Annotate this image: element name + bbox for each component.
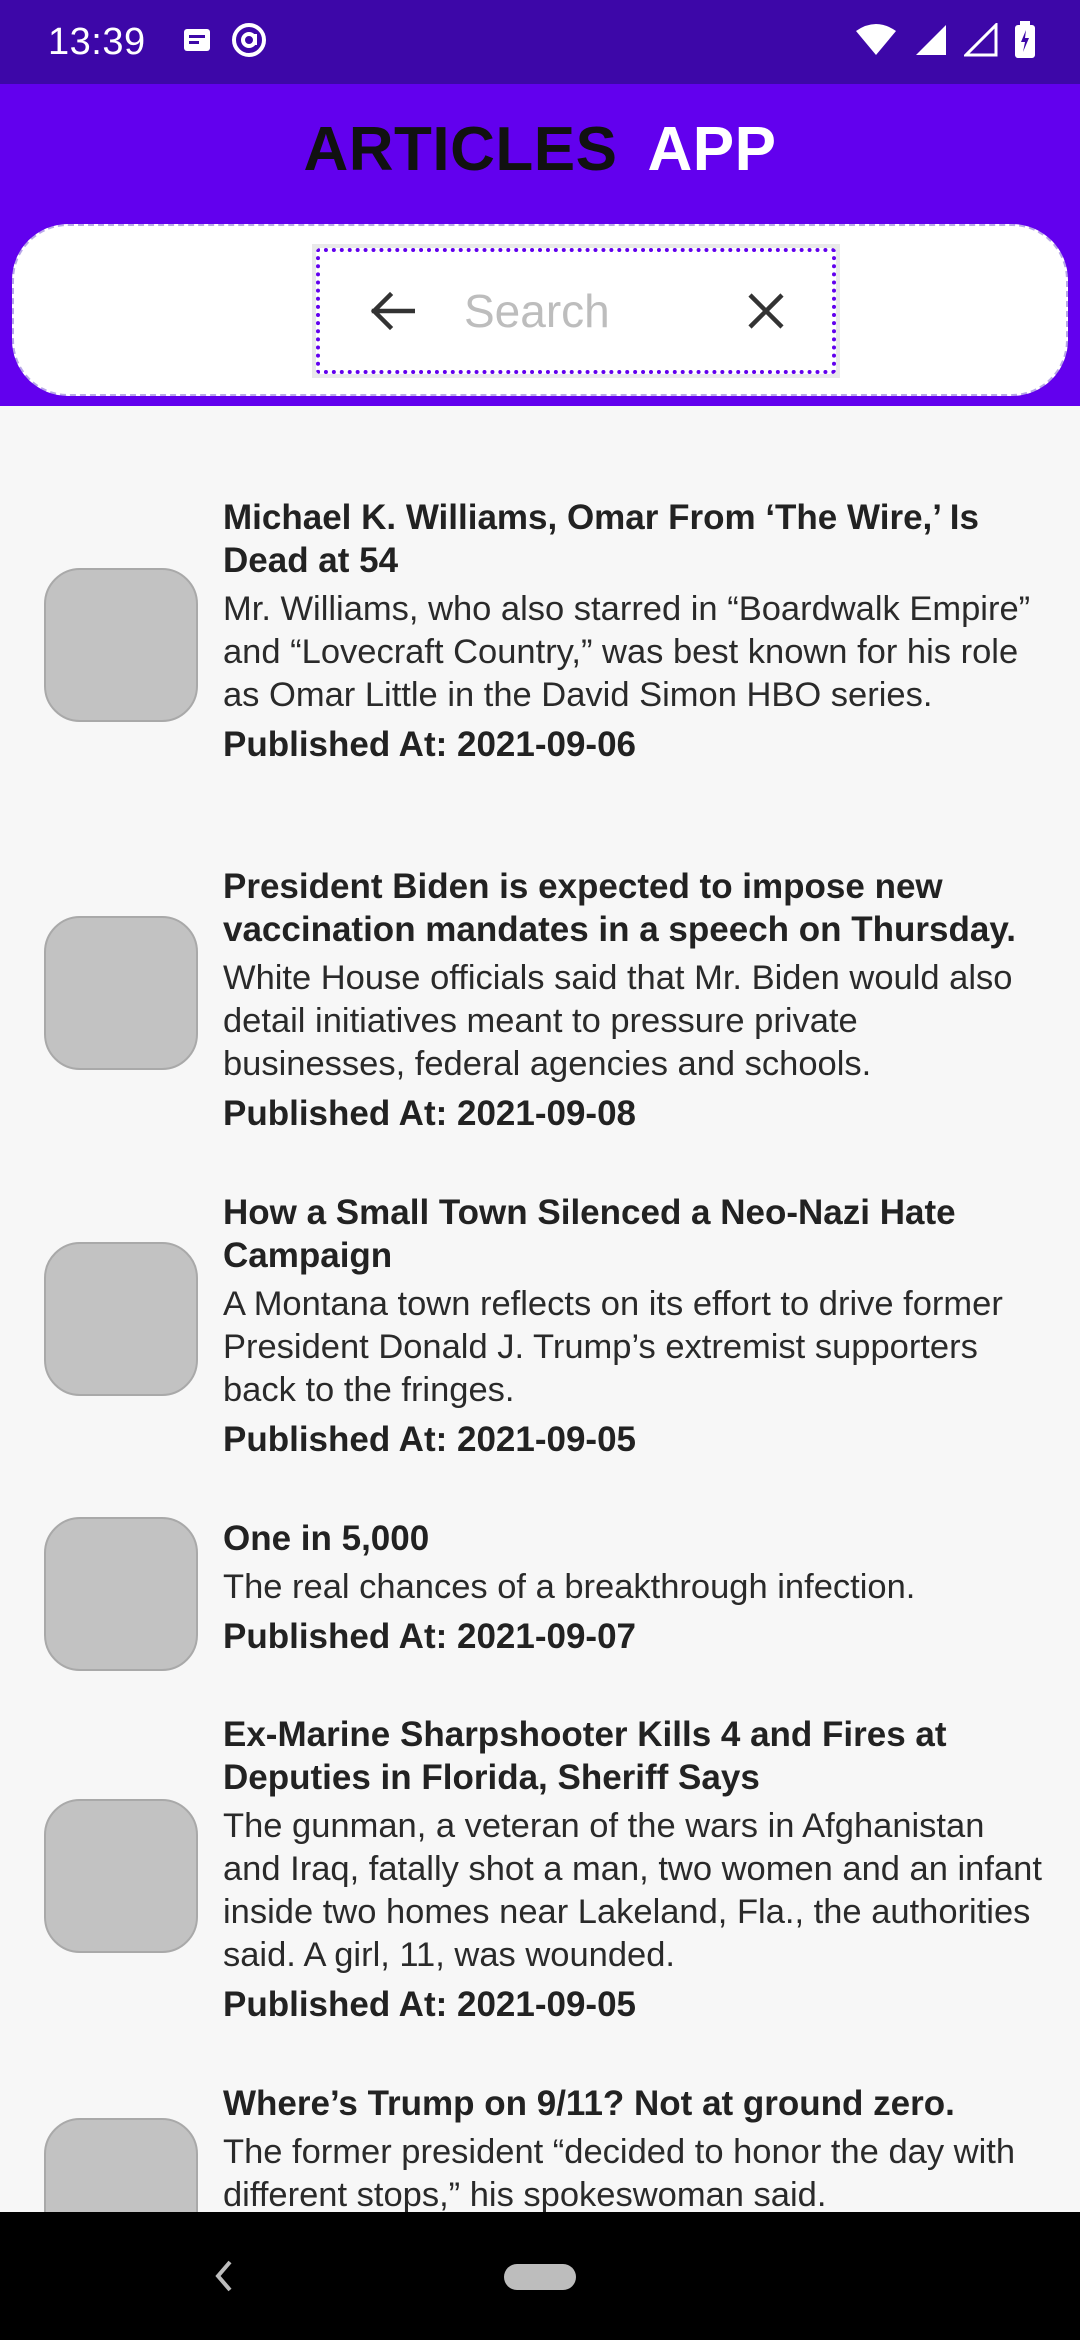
article-thumbnail — [44, 1242, 198, 1396]
app-title: ARTICLES APP — [0, 114, 1080, 185]
article-published-date: Published At: 2021-09-06 — [223, 725, 637, 764]
article-description: The real chances of a breakthrough infec… — [223, 1568, 916, 1606]
article-text: President Biden is expected to impose ne… — [223, 865, 1043, 1135]
article-published-date: Published At: 2021-09-07 — [223, 1617, 637, 1656]
article-title: President Biden is expected to impose ne… — [223, 867, 1016, 949]
article-text: How a Small Town Silenced a Neo-Nazi Hat… — [223, 1191, 1043, 1461]
sim-card-icon — [182, 27, 212, 58]
article-published-date: Published At: 2021-09-05 — [223, 1985, 637, 2024]
article-title: Where’s Trump on 9/11? Not at ground zer… — [223, 2084, 955, 2123]
article-title: Michael K. Williams, Omar From ‘The Wire… — [223, 498, 979, 580]
article-title: How a Small Town Silenced a Neo-Nazi Hat… — [223, 1193, 956, 1275]
article-thumbnail — [44, 1517, 198, 1671]
article-text: One in 5,000 The real chances of a break… — [223, 1517, 1043, 1658]
app-title-part-2: APP — [647, 115, 777, 184]
search-container — [312, 244, 840, 378]
signal-icon — [962, 20, 998, 62]
article-description: The gunman, a veteran of the wars in Afg… — [223, 1807, 1042, 1974]
at-sign-icon — [230, 21, 268, 64]
search-card — [12, 224, 1068, 396]
arrow-left-icon[interactable] — [356, 275, 428, 347]
article-thumbnail — [44, 568, 198, 722]
battery-icon — [1014, 20, 1036, 64]
app-title-part-1: ARTICLES — [303, 115, 618, 184]
article-list[interactable]: Michael K. Williams, Omar From ‘The Wire… — [0, 406, 1080, 2212]
article-description: Mr. Williams, who also starred in “Board… — [223, 590, 1031, 714]
article-text: Ex-Marine Sharpshooter Kills 4 and Fires… — [223, 1713, 1043, 2026]
article-thumbnail — [44, 2118, 198, 2212]
status-time: 13:39 — [48, 20, 146, 63]
article-published-date: Published At: 2021-09-08 — [223, 1094, 637, 1133]
article-text: Michael K. Williams, Omar From ‘The Wire… — [223, 496, 1043, 766]
article-description: The former president “decided to honor t… — [223, 2133, 1016, 2212]
nav-back-icon[interactable] — [202, 2250, 242, 2302]
status-bar: 13:39 — [0, 0, 1080, 84]
article-description: A Montana town reflects on its effort to… — [223, 1285, 1003, 1409]
article-description: White House officials said that Mr. Bide… — [223, 959, 1013, 1083]
article-title: One in 5,000 — [223, 1519, 430, 1558]
search-bar[interactable] — [316, 248, 836, 374]
status-icons-left — [182, 21, 268, 64]
close-icon[interactable] — [730, 275, 802, 347]
article-title: Ex-Marine Sharpshooter Kills 4 and Fires… — [223, 1715, 947, 1797]
signal-icon — [914, 23, 948, 62]
navigation-bar — [0, 2212, 1080, 2340]
wifi-icon — [854, 23, 898, 62]
article-thumbnail — [44, 1799, 198, 1953]
nav-home-pill-icon[interactable] — [504, 2264, 576, 2290]
article-thumbnail — [44, 916, 198, 1070]
app-bar: ARTICLES APP — [0, 84, 1080, 406]
status-icons-right — [854, 20, 1036, 64]
search-input[interactable] — [464, 284, 714, 338]
article-text: Where’s Trump on 9/11? Not at ground zer… — [223, 2082, 1043, 2212]
article-published-date: Published At: 2021-09-05 — [223, 1420, 637, 1459]
